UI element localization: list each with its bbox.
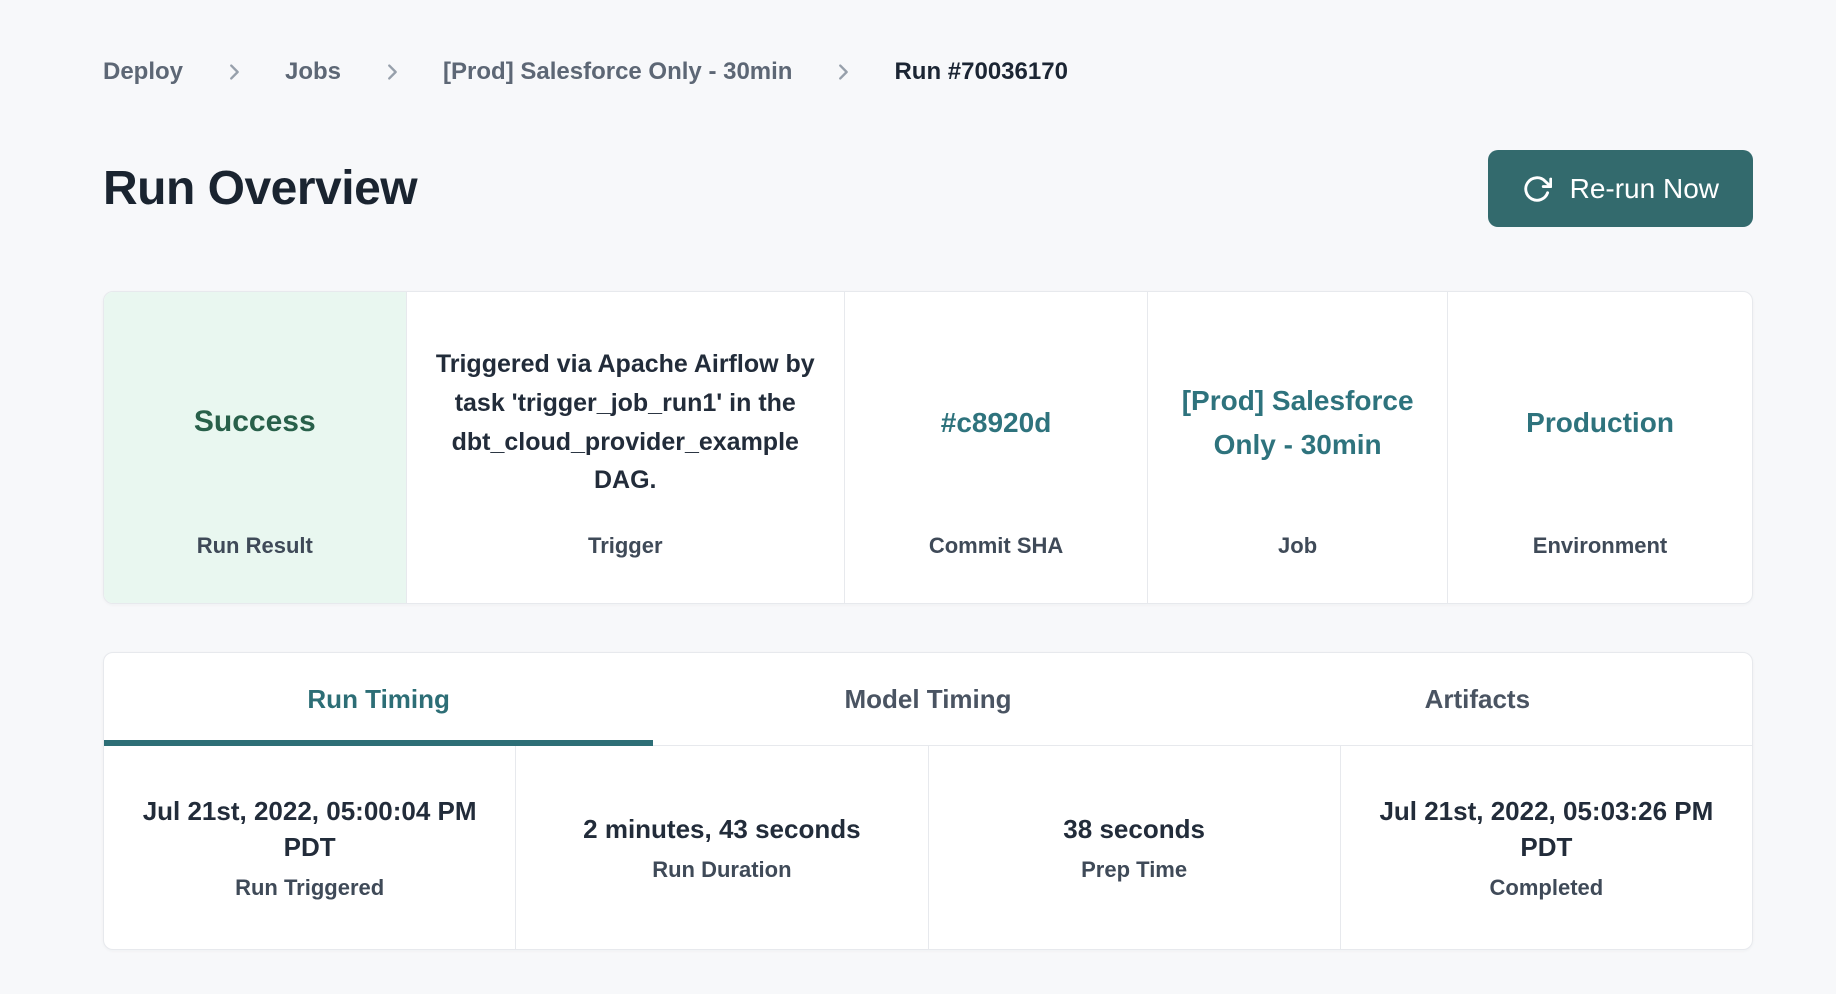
- job-link[interactable]: [Prod] Salesforce Only - 30min: [1174, 379, 1421, 466]
- run-triggered-label: Run Triggered: [235, 875, 384, 901]
- job-label: Job: [1278, 533, 1317, 559]
- rerun-now-button[interactable]: Re-run Now: [1488, 150, 1753, 227]
- chevron-right-icon: [381, 61, 403, 83]
- tab-artifacts[interactable]: Artifacts: [1203, 653, 1752, 745]
- tab-model-timing[interactable]: Model Timing: [653, 653, 1202, 745]
- prep-time-label: Prep Time: [1081, 857, 1187, 883]
- breadcrumb-jobs[interactable]: Jobs: [285, 58, 341, 86]
- run-result-cell: Success Run Result: [104, 292, 406, 603]
- breadcrumb-run-number: Run #70036170: [894, 58, 1067, 86]
- header-row: Run Overview Re-run Now: [103, 150, 1753, 227]
- run-result-status-text: Success: [194, 399, 316, 446]
- tab-run-timing[interactable]: Run Timing: [104, 653, 653, 745]
- commit-sha-cell: #c8920d Commit SHA: [844, 292, 1147, 603]
- run-timing-card: Run Timing Model Timing Artifacts Jul 21…: [103, 652, 1753, 950]
- run-duration-value: 2 minutes, 43 seconds: [583, 812, 860, 847]
- run-triggered-value: Jul 21st, 2022, 05:00:04 PM PDT: [132, 794, 487, 864]
- run-duration-cell: 2 minutes, 43 seconds Run Duration: [515, 746, 927, 949]
- trigger-label: Trigger: [588, 533, 663, 559]
- run-duration-label: Run Duration: [652, 857, 791, 883]
- prep-time-cell: 38 seconds Prep Time: [928, 746, 1340, 949]
- environment-link[interactable]: Production: [1526, 401, 1674, 444]
- run-result-label: Run Result: [197, 533, 313, 559]
- environment-label: Environment: [1533, 533, 1667, 559]
- page-title: Run Overview: [103, 161, 417, 216]
- prep-time-value: 38 seconds: [1063, 812, 1205, 847]
- commit-sha-label: Commit SHA: [929, 533, 1063, 559]
- chevron-right-icon: [223, 61, 245, 83]
- run-summary-card: Success Run Result Triggered via Apache …: [103, 291, 1753, 604]
- completed-label: Completed: [1490, 875, 1604, 901]
- refresh-icon: [1522, 174, 1552, 204]
- breadcrumb-deploy[interactable]: Deploy: [103, 58, 183, 86]
- run-triggered-cell: Jul 21st, 2022, 05:00:04 PM PDT Run Trig…: [104, 746, 515, 949]
- job-cell: [Prod] Salesforce Only - 30min Job: [1147, 292, 1447, 603]
- breadcrumb-job-name[interactable]: [Prod] Salesforce Only - 30min: [443, 58, 792, 86]
- run-timing-row: Jul 21st, 2022, 05:00:04 PM PDT Run Trig…: [104, 746, 1752, 949]
- trigger-description: Triggered via Apache Airflow by task 'tr…: [433, 345, 818, 500]
- chevron-right-icon: [832, 61, 854, 83]
- tab-bar: Run Timing Model Timing Artifacts: [104, 653, 1752, 746]
- rerun-now-label: Re-run Now: [1570, 173, 1719, 205]
- commit-sha-link[interactable]: #c8920d: [941, 401, 1052, 444]
- completed-value: Jul 21st, 2022, 05:03:26 PM PDT: [1369, 794, 1724, 864]
- completed-cell: Jul 21st, 2022, 05:03:26 PM PDT Complete…: [1340, 746, 1752, 949]
- breadcrumb: Deploy Jobs [Prod] Salesforce Only - 30m…: [103, 58, 1753, 86]
- environment-cell: Production Environment: [1447, 292, 1752, 603]
- run-overview-page: Deploy Jobs [Prod] Salesforce Only - 30m…: [0, 0, 1836, 950]
- trigger-cell: Triggered via Apache Airflow by task 'tr…: [406, 292, 844, 603]
